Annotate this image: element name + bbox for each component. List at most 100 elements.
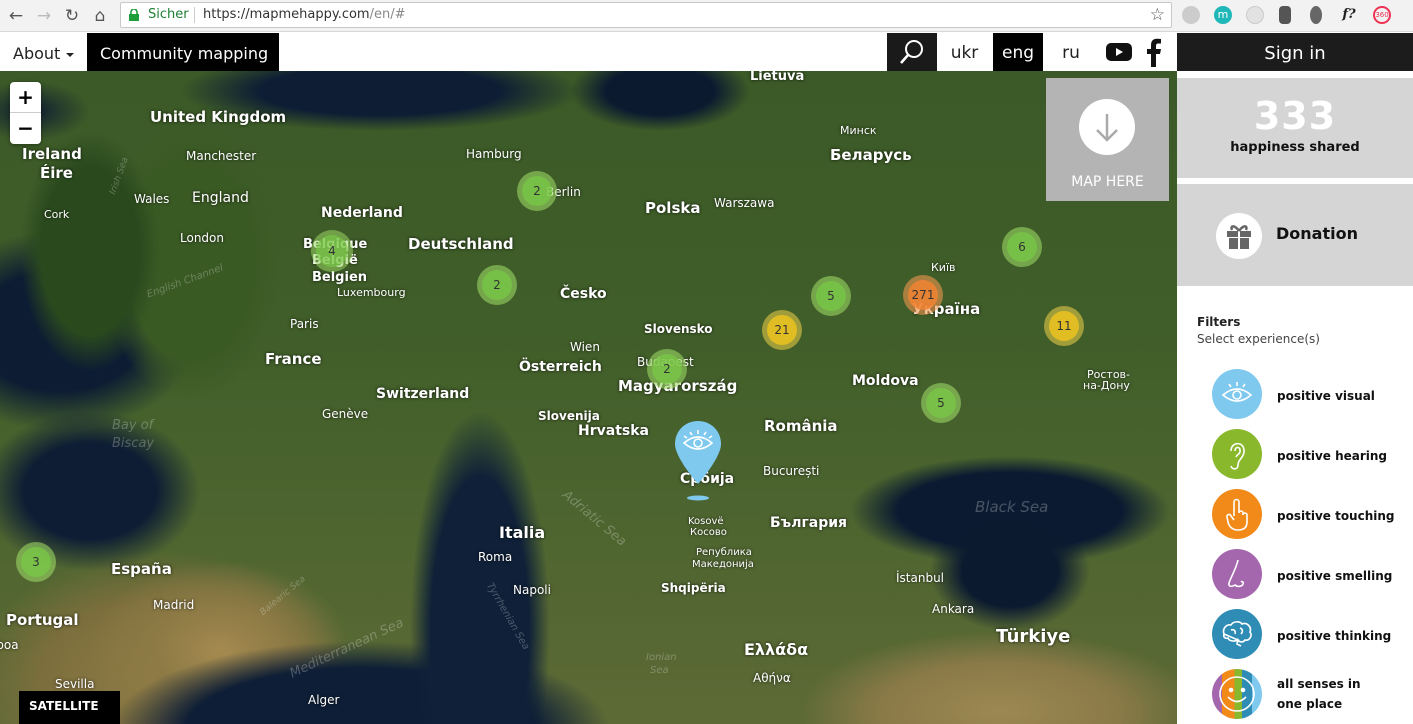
cluster-count: 3 <box>32 555 40 569</box>
layer-toggle-satellite[interactable]: SATELLITE <box>19 691 120 724</box>
city-label: Alger <box>308 693 340 707</box>
lock-icon <box>129 9 139 21</box>
reload-button[interactable]: ↻ <box>60 4 84 28</box>
cluster-marker[interactable]: 2 <box>647 349 687 389</box>
cluster-marker[interactable]: 2 <box>517 171 557 211</box>
country-label: Ελλάδα <box>744 640 809 659</box>
bookmark-star-icon[interactable]: ☆ <box>1150 5 1165 25</box>
sea-label: Mediterranean Sea <box>287 615 407 682</box>
download-arrow-icon <box>1079 99 1135 155</box>
sea-label: Ionian <box>646 652 677 663</box>
nav-community-mapping-dropdown[interactable]: Community mapping <box>87 33 279 99</box>
country-label: Moldova <box>852 373 919 389</box>
donation-button[interactable]: Donation <box>1177 184 1413 286</box>
facebook-icon[interactable] <box>1143 37 1163 67</box>
lang-eng[interactable]: eng <box>993 33 1043 71</box>
sea-label: Biscay <box>112 436 155 451</box>
zoom-control: + − <box>10 82 41 144</box>
address-bar[interactable]: Sicher https://mapmehappy.com/en/# ☆ <box>120 2 1172 28</box>
filter-positive-visual[interactable]: positive visual <box>1212 369 1412 421</box>
cluster-count: 2 <box>533 184 541 198</box>
url-text[interactable]: https://mapmehappy.com/en/# <box>203 7 405 22</box>
cluster-marker[interactable]: 21 <box>762 310 802 350</box>
visual-experience-pin[interactable] <box>673 420 723 502</box>
filter-positive-touching[interactable]: positive touching <box>1212 489 1412 541</box>
eye-icon <box>1212 369 1262 419</box>
cluster-marker[interactable]: 6 <box>1002 227 1042 267</box>
nav-community-label: Community mapping <box>100 44 269 63</box>
evernote-icon[interactable] <box>1279 6 1291 24</box>
cluster-count: 21 <box>774 323 790 337</box>
cluster-marker[interactable]: 5 <box>811 276 851 316</box>
country-label: Lietuva <box>750 71 805 84</box>
sign-in-button[interactable]: Sign in <box>1177 33 1413 71</box>
filter-all-senses[interactable]: all senses in one place <box>1212 669 1412 721</box>
f-question-icon[interactable]: f? <box>1340 6 1358 24</box>
country-label: Éire <box>40 164 73 182</box>
search-button[interactable] <box>887 33 937 71</box>
country-label: France <box>265 350 322 368</box>
zoom-out-button[interactable]: − <box>10 113 41 144</box>
map-here-button[interactable]: MAP HERE <box>1046 78 1169 201</box>
sea-label: Adriatic Sea <box>559 487 629 550</box>
country-label: Беларусь <box>830 146 912 164</box>
zoom-in-button[interactable]: + <box>10 82 41 113</box>
happiness-label: happiness shared <box>1230 140 1360 155</box>
home-button[interactable]: ⌂ <box>88 4 112 28</box>
url-path: /en/# <box>369 7 406 22</box>
filter-positive-hearing[interactable]: positive hearing <box>1212 429 1412 481</box>
lang-ru[interactable]: ru <box>1044 33 1098 71</box>
cluster-marker[interactable]: 271 <box>903 275 943 315</box>
city-label: England <box>192 190 249 206</box>
cluster-marker[interactable]: 11 <box>1044 306 1084 346</box>
city-label: Sevilla <box>55 677 95 691</box>
secure-label: Sicher <box>148 7 189 22</box>
city-label: Genève <box>322 407 369 421</box>
city-label: Paris <box>290 317 319 331</box>
lightbulb-icon[interactable] <box>1310 6 1322 24</box>
happiness-count: 333 <box>1253 94 1337 138</box>
city-label: Lisboa <box>0 638 19 652</box>
country-label: България <box>770 515 848 531</box>
country-label: Slovensko <box>644 322 713 336</box>
filter-positive-thinking[interactable]: positive thinking <box>1212 609 1412 661</box>
cluster-marker[interactable]: 3 <box>16 542 56 582</box>
map-here-label: MAP HERE <box>1071 174 1144 190</box>
country-label: Polska <box>645 199 701 217</box>
brain-icon <box>1212 609 1262 659</box>
camera-icon[interactable] <box>1182 6 1200 24</box>
city-label: Минск <box>840 124 877 137</box>
finger-icon <box>1212 489 1262 539</box>
country-label: Република <box>696 547 752 558</box>
filter-label: positive hearing <box>1277 449 1388 463</box>
city-label: Cork <box>44 208 70 221</box>
country-label: Österreich <box>519 359 602 375</box>
site-navbar: About Community mapping ukr eng ru <box>0 33 1177 99</box>
circle-icon[interactable] <box>1246 6 1264 24</box>
filter-label-line2: one place <box>1277 697 1343 711</box>
forward-button[interactable]: → <box>32 4 56 28</box>
filter-positive-smelling[interactable]: positive smelling <box>1212 549 1412 601</box>
country-label: Switzerland <box>376 386 470 402</box>
country-label: United Kingdom <box>150 108 287 126</box>
country-label: Shqipëria <box>661 581 726 595</box>
cluster-count: 5 <box>937 396 945 410</box>
country-label: Hrvatska <box>578 423 649 439</box>
city-label: Luxembourg <box>337 286 406 299</box>
youtube-icon[interactable] <box>1105 40 1133 64</box>
back-button[interactable]: ← <box>4 4 28 28</box>
nose-icon <box>1212 549 1262 599</box>
nav-about-dropdown[interactable]: About <box>0 33 86 71</box>
country-label: Deutschland <box>408 235 514 253</box>
url-main: https://mapmehappy.com <box>203 7 370 22</box>
map-canvas[interactable]: Black Sea Adriatic Sea Bay of Biscay Med… <box>0 71 1177 724</box>
m-icon[interactable]: m <box>1214 6 1232 24</box>
cluster-count: 2 <box>663 362 671 376</box>
cluster-marker[interactable]: 2 <box>477 265 517 305</box>
lang-ukr[interactable]: ukr <box>937 33 992 71</box>
city-label: Warszawa <box>714 196 775 210</box>
360-icon[interactable]: 360 <box>1373 6 1391 24</box>
cluster-marker[interactable]: 5 <box>921 383 961 423</box>
city-label: Wien <box>570 340 600 354</box>
cluster-marker[interactable]: 4 <box>311 230 353 272</box>
